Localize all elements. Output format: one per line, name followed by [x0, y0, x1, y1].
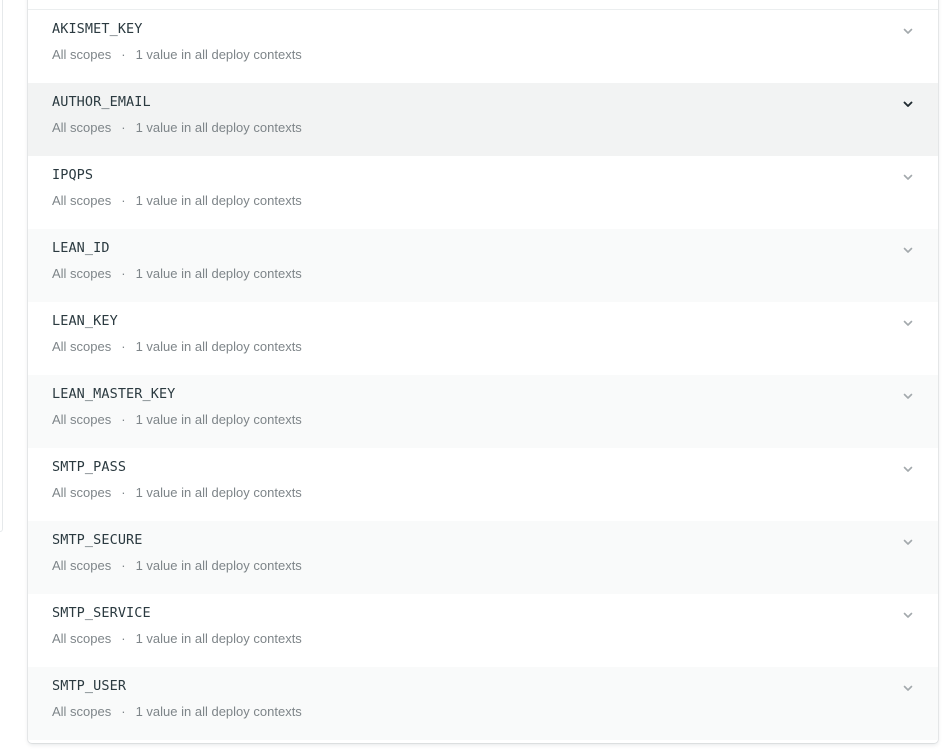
env-var-meta: All scopes · 1 value in all deploy context…	[52, 120, 302, 135]
env-var-scopes: All scopes	[52, 47, 112, 62]
env-var-key: LEAN_MASTER_KEY	[52, 386, 176, 402]
meta-separator: ·	[121, 120, 126, 135]
env-var-key: SMTP_SECURE	[52, 532, 143, 548]
env-var-scopes: All scopes	[52, 704, 112, 719]
env-var-key: SMTP_PASS	[52, 459, 127, 475]
env-var-values-summary: 1 value in all deploy contexts	[135, 558, 302, 573]
chevron-down-icon[interactable]	[900, 242, 916, 258]
chevron-down-icon[interactable]	[900, 96, 916, 112]
chevron-down-icon[interactable]	[900, 534, 916, 550]
env-var-values-summary: 1 value in all deploy contexts	[135, 485, 302, 500]
env-var-meta: All scopes · 1 value in all deploy context…	[52, 485, 302, 500]
env-var-row-ipqps[interactable]: IPQPS All scopes · 1 value in all deploy c…	[28, 156, 938, 229]
env-var-row-lean-id[interactable]: LEAN_ID All scopes · 1 value in all deploy…	[28, 229, 938, 302]
env-var-key: LEAN_ID	[52, 240, 110, 256]
env-var-values-summary: 1 value in all deploy contexts	[135, 193, 302, 208]
env-var-row-smtp-service[interactable]: SMTP_SERVICE All scopes · 1 value in all d…	[28, 594, 938, 667]
chevron-down-icon[interactable]	[900, 388, 916, 404]
env-var-row-akismet-key[interactable]: AKISMET_KEY All scopes · 1 value in all de…	[28, 10, 938, 83]
env-var-meta: All scopes · 1 value in all deploy context…	[52, 339, 302, 354]
env-var-scopes: All scopes	[52, 485, 112, 500]
env-var-meta: All scopes · 1 value in all deploy context…	[52, 193, 302, 208]
env-var-key: LEAN_KEY	[52, 313, 118, 329]
env-var-values-summary: 1 value in all deploy contexts	[135, 47, 302, 62]
env-var-meta: All scopes · 1 value in all deploy context…	[52, 704, 302, 719]
env-var-values-summary: 1 value in all deploy contexts	[135, 339, 302, 354]
env-var-meta: All scopes · 1 value in all deploy context…	[52, 266, 302, 281]
env-var-values-summary: 1 value in all deploy contexts	[135, 631, 302, 646]
env-var-row-lean-master-key[interactable]: LEAN_MASTER_KEY All scopes · 1 value in al…	[28, 375, 938, 448]
list-top-divider	[28, 0, 938, 10]
meta-separator: ·	[121, 485, 126, 500]
chevron-down-icon[interactable]	[900, 607, 916, 623]
env-var-row-smtp-user[interactable]: SMTP_USER All scopes · 1 value in all depl…	[28, 667, 938, 740]
env-var-scopes: All scopes	[52, 558, 112, 573]
env-var-scopes: All scopes	[52, 266, 112, 281]
env-var-meta: All scopes · 1 value in all deploy context…	[52, 558, 302, 573]
meta-separator: ·	[121, 412, 126, 427]
env-var-row-author-email[interactable]: AUTHOR_EMAIL All scopes · 1 value in all d…	[28, 83, 938, 156]
env-var-meta: All scopes · 1 value in all deploy context…	[52, 47, 302, 62]
meta-separator: ·	[121, 47, 126, 62]
environment-variables-list: AKISMET_KEY All scopes · 1 value in all de…	[28, 0, 938, 743]
env-var-key: SMTP_USER	[52, 678, 127, 694]
chevron-down-icon[interactable]	[900, 315, 916, 331]
env-var-scopes: All scopes	[52, 193, 112, 208]
meta-separator: ·	[121, 631, 126, 646]
chevron-down-icon[interactable]	[900, 169, 916, 185]
chevron-down-icon[interactable]	[900, 680, 916, 696]
chevron-down-icon[interactable]	[900, 23, 916, 39]
env-var-values-summary: 1 value in all deploy contexts	[135, 120, 302, 135]
env-var-scopes: All scopes	[52, 412, 112, 427]
env-var-key: AUTHOR_EMAIL	[52, 94, 151, 110]
env-var-scopes: All scopes	[52, 631, 112, 646]
env-var-key: SMTP_SERVICE	[52, 605, 151, 621]
meta-separator: ·	[121, 558, 126, 573]
chevron-down-icon[interactable]	[900, 461, 916, 477]
env-var-scopes: All scopes	[52, 339, 112, 354]
env-var-values-summary: 1 value in all deploy contexts	[135, 704, 302, 719]
env-var-row-smtp-secure[interactable]: SMTP_SECURE All scopes · 1 value in all de…	[28, 521, 938, 594]
meta-separator: ·	[121, 193, 126, 208]
meta-separator: ·	[121, 339, 126, 354]
env-var-row-lean-key[interactable]: LEAN_KEY All scopes · 1 value in all deplo…	[28, 302, 938, 375]
env-var-row-smtp-pass[interactable]: SMTP_PASS All scopes · 1 value in all depl…	[28, 448, 938, 521]
env-var-meta: All scopes · 1 value in all deploy context…	[52, 631, 302, 646]
env-var-scopes: All scopes	[52, 120, 112, 135]
env-var-values-summary: 1 value in all deploy contexts	[135, 412, 302, 427]
env-var-meta: All scopes · 1 value in all deploy context…	[52, 412, 302, 427]
meta-separator: ·	[121, 704, 126, 719]
env-var-values-summary: 1 value in all deploy contexts	[135, 266, 302, 281]
env-var-key: AKISMET_KEY	[52, 21, 143, 37]
env-var-key: IPQPS	[52, 167, 94, 183]
meta-separator: ·	[121, 266, 126, 281]
left-panel-edge	[0, 0, 3, 532]
